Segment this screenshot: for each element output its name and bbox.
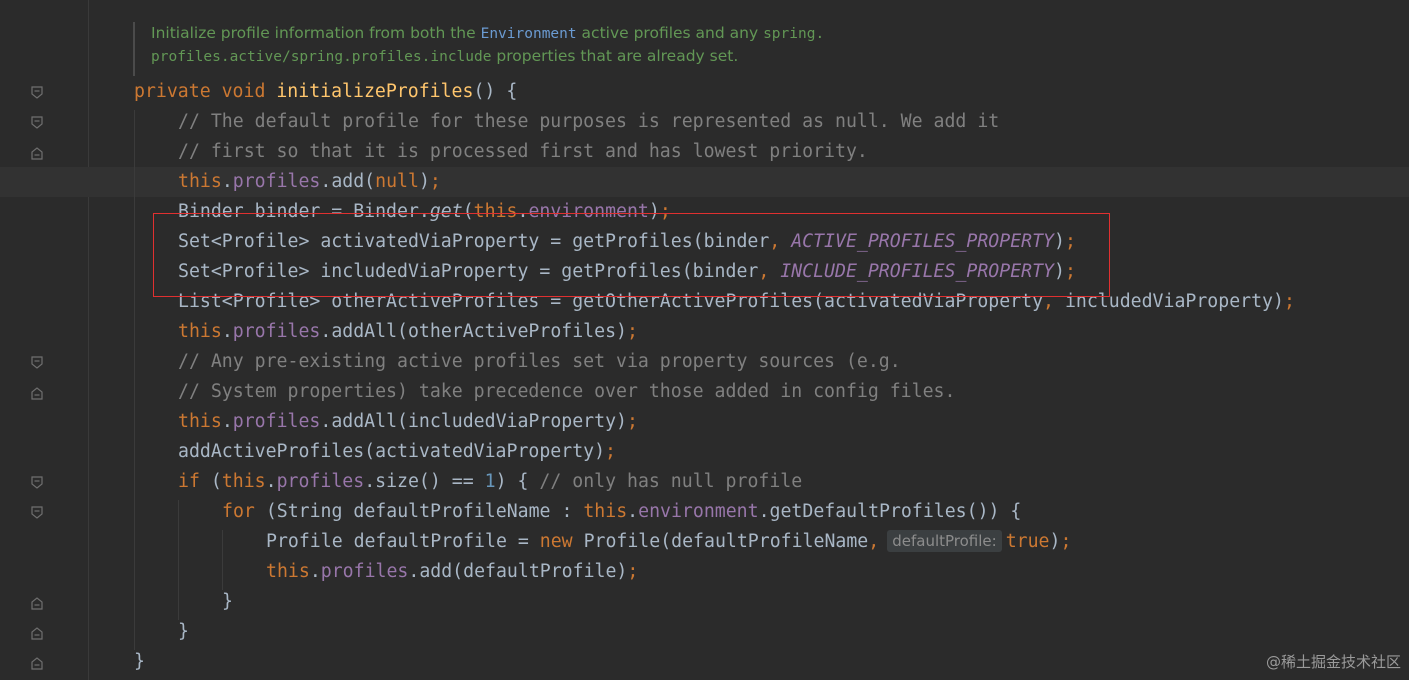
token-semicolon: ; (627, 561, 639, 582)
fold-end-marker-icon[interactable] (31, 386, 43, 400)
token-semicolon: ; (1060, 531, 1072, 552)
token-semicolon: ; (605, 441, 616, 462)
token-semicolon: ; (626, 321, 638, 342)
parameter-hint: defaultProfile: (887, 530, 1002, 552)
token-keyword: this (266, 561, 310, 582)
token-text: . (627, 501, 639, 522)
token-semicolon: ; (1283, 291, 1295, 312)
token-field: profiles (232, 171, 321, 192)
token-keyword: true (1005, 531, 1050, 552)
token-keyword: private void (134, 81, 277, 102)
token-field: profiles (320, 561, 409, 582)
token-text: . (221, 171, 233, 192)
code-line[interactable]: private void initializeProfiles() { (134, 77, 517, 107)
token-text: .addAll(includedViaProperty) (320, 411, 627, 432)
watermark: @稀土掘金技术社区 (1265, 653, 1401, 671)
code-line[interactable]: addActiveProfiles(activatedViaProperty); (178, 437, 616, 467)
token-comma: , (868, 531, 880, 552)
fold-marker-icon[interactable] (31, 86, 43, 100)
token-field: environment (638, 501, 759, 522)
token-keyword: null (375, 171, 419, 192)
token-keyword: if (178, 471, 211, 492)
token-keyword: this (221, 471, 266, 492)
fold-end-marker-icon[interactable] (31, 596, 43, 610)
doc-code: spring.profiles.include (290, 49, 492, 65)
javadoc-comment: Initialize profile information from both… (133, 22, 824, 76)
indent-guide (222, 530, 223, 590)
indent-guide (178, 500, 179, 620)
doc-text: properties that are already set. (491, 47, 739, 65)
token-text: ) { (495, 471, 540, 492)
token-text: .add(defaultProfile) (408, 561, 628, 582)
code-line[interactable]: if (this.profiles.size() == 1) { // only… (178, 467, 802, 497)
code-line[interactable]: // Any pre-existing active profiles set … (178, 347, 901, 377)
editor-gutter (0, 0, 89, 680)
token-brace: } (222, 591, 233, 612)
code-line[interactable]: this.profiles.add(defaultProfile); (266, 557, 638, 587)
code-line[interactable]: } (222, 587, 233, 617)
code-line[interactable]: } (134, 647, 145, 677)
fold-marker-icon[interactable] (31, 116, 43, 130)
token-field: profiles (276, 471, 365, 492)
token-text: . (221, 411, 233, 432)
token-text: . (309, 561, 321, 582)
fold-marker-icon[interactable] (31, 506, 43, 520)
indent-guide (134, 110, 135, 650)
token-semicolon: ; (626, 411, 638, 432)
doc-link[interactable]: Environment (481, 26, 577, 42)
code-line[interactable]: for (String defaultProfileName : this.en… (222, 497, 1021, 527)
code-line[interactable]: } (178, 617, 189, 647)
token-text: ) (418, 171, 430, 192)
code-line[interactable]: this.profiles.add(null); (178, 167, 441, 197)
code-line[interactable]: // System properties) take precedence ov… (178, 377, 955, 407)
token-comment: // The default profile for these purpose… (178, 111, 1000, 132)
token-semicolon: ; (429, 171, 441, 192)
token-keyword: for (222, 501, 266, 522)
token-field: profiles (232, 321, 321, 342)
token-text: .addAll(otherActiveProfiles) (320, 321, 627, 342)
fold-end-marker-icon[interactable] (31, 146, 43, 160)
doc-text: active profiles and any (576, 24, 764, 42)
fold-end-marker-icon[interactable] (31, 626, 43, 640)
code-line[interactable]: this.profiles.addAll(otherActiveProfiles… (178, 317, 638, 347)
token-text: ( (210, 471, 222, 492)
token-text: .getDefaultProfiles()) { (758, 501, 1022, 522)
token-text: (String defaultProfileName : (265, 501, 584, 522)
token-keyword: this (583, 501, 628, 522)
red-annotation-box (153, 213, 1110, 297)
token-text: () { (473, 81, 518, 102)
token-comment: // System properties) take precedence ov… (178, 381, 956, 402)
doc-code: spring. (763, 26, 825, 42)
token-text: .add( (320, 171, 376, 192)
fold-marker-icon[interactable] (31, 356, 43, 370)
token-keyword: new (539, 531, 584, 552)
token-keyword: this (178, 171, 222, 192)
token-text: Profile(defaultProfileName (583, 531, 869, 552)
token-number: 1 (484, 471, 496, 492)
doc-text: Initialize profile information from both… (151, 24, 481, 42)
code-line[interactable]: Profile defaultProfile = new Profile(def… (266, 527, 1071, 557)
fold-end-marker-icon[interactable] (31, 656, 43, 670)
doc-code: / (281, 49, 291, 65)
token-text: . (265, 471, 277, 492)
token-text: . (221, 321, 233, 342)
token-keyword: this (178, 411, 222, 432)
token-comment: // first so that it is processed first a… (178, 141, 868, 162)
code-line[interactable]: // The default profile for these purpose… (178, 107, 999, 137)
token-text: .size() == (364, 471, 485, 492)
code-line[interactable]: this.profiles.addAll(includedViaProperty… (178, 407, 638, 437)
token-text: addActiveProfiles(activatedViaProperty) (178, 441, 606, 462)
doc-code: profiles.active (151, 49, 282, 65)
fold-marker-icon[interactable] (31, 476, 43, 490)
token-comment: // only has null profile (539, 471, 803, 492)
token-comment: // Any pre-existing active profiles set … (178, 351, 901, 372)
token-brace: } (178, 621, 189, 642)
token-method-name: initializeProfiles (276, 81, 474, 102)
token-text: Profile defaultProfile = (266, 531, 540, 552)
token-field: profiles (232, 411, 321, 432)
token-brace: } (134, 651, 145, 672)
code-line[interactable]: // first so that it is processed first a… (178, 137, 868, 167)
token-text: ) (1049, 531, 1061, 552)
token-keyword: this (178, 321, 222, 342)
